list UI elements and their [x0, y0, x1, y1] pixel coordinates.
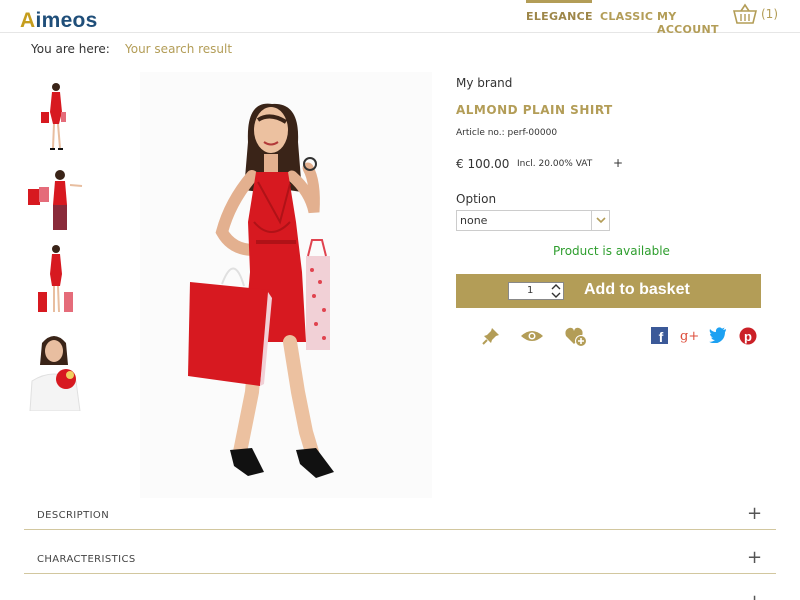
- availability-status: Product is available: [553, 244, 670, 258]
- plus-icon[interactable]: +: [747, 591, 762, 600]
- facebook-icon[interactable]: f: [651, 327, 668, 348]
- logo[interactable]: Aimeos: [20, 9, 98, 33]
- breadcrumb: You are here: Your search result: [31, 42, 232, 56]
- thumbnail-2[interactable]: [24, 165, 88, 239]
- thumbnail-1[interactable]: [24, 76, 88, 150]
- option-select-value: none: [460, 214, 488, 227]
- nav-elegance-label: ELEGANCE: [526, 10, 593, 23]
- accordion-description-title: DESCRIPTION: [37, 510, 110, 521]
- add-to-basket-button[interactable]: Add to basket: [584, 281, 690, 299]
- product-photo: [188, 103, 334, 478]
- heart-plus-icon[interactable]: [564, 326, 588, 352]
- quantity-spinner-icon[interactable]: [549, 283, 563, 299]
- chevron-down-icon[interactable]: [591, 211, 609, 230]
- thumbnail-4[interactable]: [24, 331, 88, 411]
- eye-icon[interactable]: [520, 328, 544, 348]
- site-header: Aimeos ELEGANCE CLASSIC MY ACCOUNT (1): [0, 0, 800, 36]
- accordion-characteristics-title: CHARACTERISTICS: [37, 554, 136, 565]
- basket-count: (1): [761, 7, 778, 21]
- nav-elegance[interactable]: ELEGANCE: [526, 0, 592, 33]
- accordion-more[interactable]: +: [24, 591, 776, 600]
- accordion-description[interactable]: DESCRIPTION +: [24, 503, 776, 530]
- product-price: € 100.00: [456, 157, 510, 171]
- basket-button[interactable]: (1): [733, 3, 779, 27]
- breadcrumb-link[interactable]: Your search result: [125, 42, 232, 56]
- nav-classic[interactable]: CLASSIC: [600, 0, 654, 33]
- article-number: Article no.: perf-00000: [456, 128, 558, 138]
- pinterest-icon[interactable]: p: [739, 327, 757, 349]
- thumbnail-image: [28, 170, 83, 230]
- brand-name[interactable]: My brand: [456, 76, 512, 90]
- google-plus-icon[interactable]: g+: [680, 327, 700, 348]
- nav-my-account-label: MY ACCOUNT: [657, 10, 719, 36]
- thumbnail-image: [41, 83, 66, 150]
- vat-note: Incl. 20.00% VAT: [517, 159, 593, 169]
- logo-text: imeos: [35, 9, 98, 32]
- thumbnail-image: [38, 245, 73, 313]
- plus-icon[interactable]: +: [747, 547, 762, 568]
- basket-icon: [733, 3, 757, 24]
- pin-icon[interactable]: [481, 326, 501, 350]
- plus-icon[interactable]: +: [747, 503, 762, 524]
- quantity-stepper[interactable]: 1: [508, 282, 564, 300]
- svg-text:g+: g+: [680, 329, 699, 344]
- logo-letter: A: [20, 9, 36, 32]
- svg-text:f: f: [659, 329, 664, 344]
- breadcrumb-label: You are here:: [31, 42, 110, 56]
- option-select[interactable]: none: [456, 210, 610, 231]
- nav-my-account[interactable]: MY ACCOUNT: [657, 0, 727, 36]
- svg-text:p: p: [744, 329, 752, 344]
- accordion-characteristics[interactable]: CHARACTERISTICS +: [24, 547, 776, 574]
- thumbnail-3[interactable]: [24, 240, 88, 314]
- price-details-toggle[interactable]: +: [613, 156, 623, 170]
- product-main-image[interactable]: [140, 72, 432, 498]
- quantity-value: 1: [527, 285, 534, 296]
- nav-classic-label: CLASSIC: [600, 10, 654, 23]
- twitter-icon[interactable]: [709, 327, 727, 347]
- product-title: ALMOND PLAIN SHIRT: [456, 103, 613, 117]
- option-label: Option: [456, 192, 497, 206]
- thumbnail-image: [29, 336, 81, 411]
